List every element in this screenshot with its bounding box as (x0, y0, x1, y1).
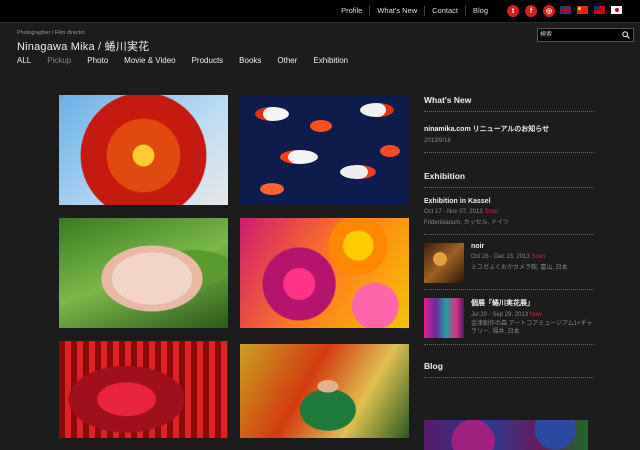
whats-new-heading: What's New (424, 95, 472, 105)
category-pickup[interactable]: Pickup (47, 56, 71, 65)
news-date: 2013/9/18 (424, 138, 451, 144)
exhibition-title[interactable]: 個展「蜷川実花展」 (471, 298, 594, 308)
exhibition-venue: 金津創作の森 アートコアミュージアム1+ギャラリー, 福井, 日本 (471, 321, 593, 335)
status-badge: Soon (531, 254, 546, 260)
exhibition-date: Oct 26 - Dec 23, 2013 (471, 254, 530, 260)
nav-blog[interactable]: Blog (464, 6, 495, 16)
exhibition-date-line: Oct 17 - Nov 07, 2013 Soon (424, 209, 594, 215)
blog-heading: Blog (424, 361, 443, 371)
divider (424, 111, 594, 112)
photo-red-flower[interactable] (59, 95, 228, 205)
divider (424, 187, 594, 188)
category-all[interactable]: ALL (17, 56, 31, 65)
divider (424, 377, 594, 378)
china-flag-icon[interactable] (577, 6, 588, 14)
exhibition-item[interactable]: Exhibition in Kassel Oct 17 - Nov 07, 20… (424, 198, 594, 226)
instagram-icon[interactable]: ◎ (543, 5, 555, 17)
photo-goldfish[interactable] (240, 95, 409, 205)
status-badge: Now (529, 312, 542, 318)
exhibition-thumbnail[interactable] (424, 243, 464, 283)
japan-flag-icon[interactable] (611, 6, 622, 14)
photo-red-dress-woman[interactable] (59, 341, 228, 438)
nav-whats-new[interactable]: What's New (369, 6, 424, 16)
category-other[interactable]: Other (277, 56, 297, 65)
category-photo[interactable]: Photo (87, 56, 108, 65)
nav-contact[interactable]: Contact (424, 6, 465, 16)
taiwan-flag-icon[interactable] (594, 6, 605, 14)
status-badge: Soon (484, 209, 499, 215)
exhibition-item[interactable]: noir Oct 26 - Dec 23, 2013 Soon ミユゼふくおかカ… (424, 243, 594, 285)
top-bar: Profile What's New Contact Blog t f ◎ (0, 0, 640, 23)
twitter-icon[interactable]: t (507, 5, 519, 17)
divider (424, 152, 594, 153)
exhibition-date: Jul 20 - Sep 29, 2013 (471, 312, 529, 318)
category-nav: ALL Pickup Photo Movie & Video Products … (17, 56, 348, 65)
photo-white-strawberry[interactable] (59, 218, 228, 328)
nav-profile[interactable]: Profile (334, 6, 369, 16)
sidebar: What's New ninamika.com リニューアルのお知らせ 2013… (424, 95, 594, 384)
news-item[interactable]: ninamika.com リニューアルのお知らせ 2013/9/18 (424, 124, 594, 144)
category-movie-video[interactable]: Movie & Video (124, 56, 175, 65)
category-books[interactable]: Books (239, 56, 261, 65)
divider (424, 289, 594, 290)
category-exhibition[interactable]: Exhibition (313, 56, 348, 65)
search-icon[interactable] (622, 31, 630, 39)
exhibition-heading: Exhibition (424, 171, 466, 181)
divider (424, 344, 594, 345)
blog-thumbnail[interactable] (424, 420, 588, 450)
language-flags (560, 6, 622, 14)
site-logo[interactable]: Ninagawa Mika / 蜷川実花 (17, 38, 149, 54)
photo-colorful-flowers[interactable] (240, 218, 409, 328)
top-nav: Profile What's New Contact Blog (334, 0, 495, 22)
exhibition-title[interactable]: noir (471, 243, 594, 250)
exhibition-thumbnail[interactable] (424, 298, 464, 338)
exhibition-date-line: Oct 26 - Dec 23, 2013 Soon (471, 254, 594, 260)
uk-flag-icon[interactable] (560, 6, 571, 14)
news-title[interactable]: ninamika.com リニューアルのお知らせ (424, 124, 594, 134)
exhibition-title[interactable]: Exhibition in Kassel (424, 198, 594, 205)
category-products[interactable]: Products (192, 56, 224, 65)
exhibition-item[interactable]: 個展「蜷川実花展」 Jul 20 - Sep 29, 2013 Now 金津創作… (424, 298, 594, 340)
exhibition-venue: ミユゼふくおかカメラ館, 富山, 日本 (471, 265, 568, 271)
social-links: t f ◎ (507, 5, 555, 17)
exhibition-venue: Fridericianum, カッセル, ドイツ (424, 220, 510, 226)
facebook-icon[interactable]: f (525, 5, 537, 17)
site-subtitle: Photographer / Film director (17, 30, 86, 36)
divider (424, 234, 594, 235)
search-box (537, 28, 634, 42)
exhibition-date: Oct 17 - Nov 07, 2013 (424, 209, 483, 215)
exhibition-date-line: Jul 20 - Sep 29, 2013 Now (471, 312, 594, 318)
photo-kimono-woman[interactable] (240, 344, 409, 438)
search-input[interactable] (540, 29, 618, 41)
